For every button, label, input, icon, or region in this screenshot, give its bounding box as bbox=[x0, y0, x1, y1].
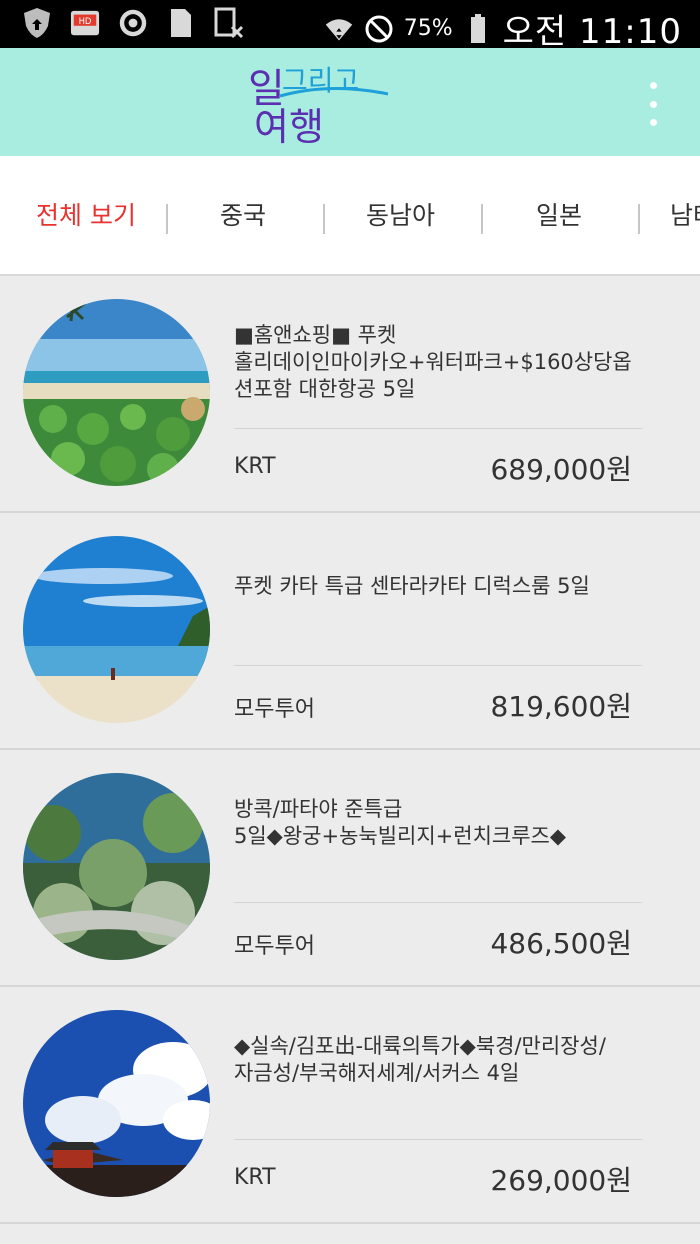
tab-japan[interactable]: 일본 bbox=[536, 196, 582, 232]
list-item[interactable]: ■홈앤쇼핑■ 푸켓 홀리데이인마이카오+워터파크+$160상당옵 션포함 대한항… bbox=[0, 276, 700, 513]
do-not-disturb-icon bbox=[364, 12, 394, 46]
tab-south-pacific[interactable]: 남태 bbox=[670, 196, 700, 232]
app-logo[interactable]: 일 그리고 여행 bbox=[240, 56, 400, 150]
product-title: ◆실속/김포出-대륙의특가◆북경/만리장성/ 자금성/부국해저세계/서커스 4일 bbox=[234, 1033, 654, 1087]
status-bar-right: 75% 오전 11:10 bbox=[324, 4, 682, 53]
item-divider bbox=[234, 665, 642, 666]
title-line: ◆실속/김포出-대륙의특가◆북경/만리장성/ bbox=[234, 1034, 606, 1058]
sim-icon bbox=[166, 6, 196, 40]
title-line: 션포함 대한항공 5일 bbox=[234, 377, 416, 401]
product-title: 푸켓 카타 특급 센타라카타 디럭스룸 5일 bbox=[234, 573, 654, 600]
clock: 오전 11:10 bbox=[502, 12, 682, 52]
title-line: 홀리데이인마이카오+워터파크+$160상당옵 bbox=[234, 350, 632, 374]
overflow-menu-button[interactable] bbox=[636, 82, 670, 126]
price: 269,000원 bbox=[490, 1164, 632, 1197]
agency-name: KRT bbox=[234, 454, 276, 479]
overflow-dot bbox=[649, 100, 657, 108]
product-list: ■홈앤쇼핑■ 푸켓 홀리데이인마이카오+워터파크+$160상당옵 션포함 대한항… bbox=[0, 276, 700, 1224]
app-bar: 일 그리고 여행 bbox=[0, 48, 700, 156]
title-line: 5일◆왕궁+농눅빌리지+런치크루즈◆ bbox=[234, 824, 567, 848]
product-title: ■홈앤쇼핑■ 푸켓 홀리데이인마이카오+워터파크+$160상당옵 션포함 대한항… bbox=[234, 322, 654, 403]
item-divider bbox=[234, 902, 642, 903]
overflow-dot bbox=[649, 119, 657, 126]
product-title: 방콕/파타야 준특급 5일◆왕궁+농눅빌리지+런치크루즈◆ bbox=[234, 796, 654, 850]
agency-name: 모두투어 bbox=[234, 934, 315, 959]
list-item[interactable]: 방콕/파타야 준특급 5일◆왕궁+농눅빌리지+런치크루즈◆ 모두투어 486,5… bbox=[0, 750, 700, 987]
category-tabs: 전체 보기 중국 동남아 일본 남태 bbox=[0, 156, 700, 276]
shield-icon bbox=[22, 6, 52, 40]
tab-separator bbox=[166, 204, 168, 234]
tab-separator bbox=[323, 204, 325, 234]
tab-separator bbox=[481, 204, 483, 234]
title-line: 푸켓 카타 특급 센타라카타 디럭스룸 5일 bbox=[234, 574, 590, 598]
status-bar: HD 75% 오전 11:10 bbox=[0, 0, 700, 52]
product-thumbnail bbox=[23, 1010, 210, 1197]
title-line: 방콕/파타야 준특급 bbox=[234, 797, 403, 821]
price: 486,500원 bbox=[490, 927, 632, 960]
hd-icon: HD bbox=[70, 6, 100, 40]
status-bar-left: HD bbox=[22, 6, 244, 40]
list-item[interactable]: 푸켓 카타 특급 센타라카타 디럭스룸 5일 모두투어 819,600원 bbox=[0, 513, 700, 750]
tab-southeast-asia[interactable]: 동남아 bbox=[366, 196, 435, 232]
svg-text:HD: HD bbox=[79, 16, 92, 26]
product-thumbnail bbox=[23, 773, 210, 960]
agency-name: KRT bbox=[234, 1165, 276, 1190]
title-line: ■홈앤쇼핑■ 푸켓 bbox=[234, 323, 397, 347]
blocked-app-icon bbox=[214, 6, 244, 40]
overflow-dot bbox=[649, 82, 657, 89]
title-line: 자금성/부국해저세계/서커스 4일 bbox=[234, 1061, 520, 1085]
price: 689,000원 bbox=[490, 453, 632, 486]
tab-all[interactable]: 전체 보기 bbox=[36, 196, 136, 232]
tab-separator bbox=[638, 204, 640, 234]
battery-percentage: 75% bbox=[403, 16, 453, 41]
item-divider bbox=[234, 428, 642, 429]
tab-china[interactable]: 중국 bbox=[220, 196, 266, 232]
product-thumbnail bbox=[23, 536, 210, 723]
product-thumbnail bbox=[23, 299, 210, 486]
agency-name: 모두투어 bbox=[234, 697, 315, 722]
battery-icon bbox=[463, 12, 493, 46]
list-item[interactable]: ◆실속/김포出-대륙의특가◆북경/만리장성/ 자금성/부국해저세계/서커스 4일… bbox=[0, 987, 700, 1224]
logo-bottom-text: 여행 bbox=[254, 105, 324, 149]
item-divider bbox=[234, 1139, 642, 1140]
settings-icon bbox=[118, 6, 148, 40]
wifi-icon bbox=[324, 12, 354, 46]
price: 819,600원 bbox=[490, 690, 632, 723]
